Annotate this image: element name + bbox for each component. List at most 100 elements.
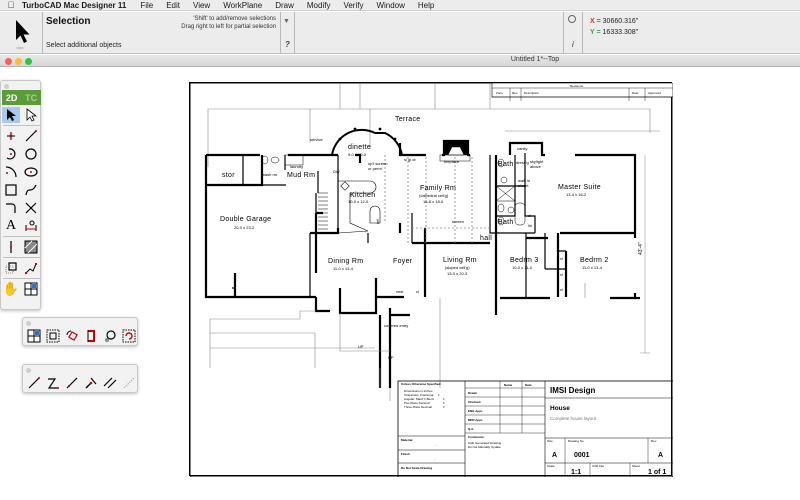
label-service: service	[310, 137, 323, 142]
menu-workplane[interactable]: WorkPlane	[223, 1, 262, 10]
room-stor: stor	[222, 172, 235, 179]
circle-tool[interactable]	[22, 146, 40, 162]
exterior-walls	[204, 139, 637, 388]
palette-close-dot[interactable]	[4, 84, 9, 89]
offset-tool[interactable]	[2, 260, 20, 276]
line-segment-tool[interactable]	[63, 375, 81, 391]
mode-2d-tab[interactable]: 2D	[6, 93, 18, 103]
mini-view-grid-tool[interactable]	[25, 328, 43, 344]
select-box-tool[interactable]	[44, 328, 62, 344]
room-covered: covered entry	[384, 323, 408, 328]
single-line-icon	[28, 377, 40, 389]
select-arrow-icon	[7, 109, 16, 121]
finish-value: -	[435, 457, 436, 461]
multi-node-tool[interactable]	[22, 260, 40, 276]
room-double-garage: Double Garage	[220, 216, 271, 223]
floor-plan-drawing: Revisions Zone Rev. Description Date App…	[189, 82, 674, 478]
line-segment-icon	[66, 377, 78, 389]
circle-mirror-tool[interactable]	[101, 328, 119, 344]
pan-tool[interactable]: ✋	[2, 281, 20, 297]
help-button[interactable]: ?	[285, 40, 290, 49]
ellipse-tool[interactable]	[22, 164, 40, 180]
hand-pan-icon: ✋	[2, 281, 20, 296]
tool-palette: 2D TC A ✋	[0, 80, 41, 310]
text-icon: A	[5, 218, 17, 233]
sheet-label: Sheet	[632, 464, 640, 468]
palette-close-dot[interactable]	[26, 368, 31, 373]
kitchen-counter	[337, 180, 381, 234]
circle-icon	[25, 148, 37, 160]
view-tool[interactable]	[22, 281, 40, 297]
room-mud-rm: Mud Rm	[287, 172, 315, 179]
fillet-tool[interactable]	[2, 200, 20, 216]
menu-help[interactable]: Help	[418, 1, 434, 10]
parallel-lines-tool[interactable]	[101, 375, 119, 391]
room-hall: hall	[480, 235, 492, 242]
polyline-tool[interactable]	[44, 375, 62, 391]
vertical-line-tool[interactable]	[2, 239, 20, 255]
room-kitchen: Kitchen	[350, 192, 375, 199]
rotate-move-icon	[66, 330, 78, 341]
rev-value: A	[658, 452, 663, 459]
menu-view[interactable]: View	[193, 1, 210, 10]
tol-fractional-val: ±	[438, 393, 440, 397]
tangent-arc-tool[interactable]	[2, 164, 20, 180]
select-hollow-tool[interactable]	[22, 107, 40, 123]
hatch-tool[interactable]	[22, 239, 40, 255]
tool-name: Selection	[46, 16, 91, 27]
menu-file[interactable]: File	[140, 1, 153, 10]
document-titlebar: Untitled 1*--Top	[0, 55, 800, 67]
menu-edit[interactable]: Edit	[166, 1, 180, 10]
room-bedrm-3: Bedrm 3	[510, 257, 539, 264]
room-laundry: laundry	[290, 164, 303, 169]
room-bedrm-2-dims: 11-0 x 13-4	[582, 265, 603, 270]
menu-draw[interactable]: Draw	[275, 1, 294, 10]
flip-tool[interactable]	[82, 328, 100, 344]
room-bath-1: Bath	[498, 161, 514, 168]
label-screen: screen	[452, 219, 464, 224]
palette-close-dot[interactable]	[26, 321, 31, 326]
dashed-line-tool[interactable]	[120, 375, 138, 391]
label-dressing: dress'g	[516, 160, 529, 165]
stairs	[318, 192, 328, 230]
rotate-move-tool[interactable]	[63, 328, 81, 344]
rev-col-rev: Rev.	[512, 91, 518, 95]
point-tool[interactable]	[2, 128, 20, 144]
hatch-icon	[24, 240, 38, 254]
approval-eng: ENG Appr.	[468, 409, 483, 413]
drawing-sheet[interactable]: Revisions Zone Rev. Description Date App…	[189, 82, 674, 478]
text-tool[interactable]: A	[2, 218, 20, 234]
bezier-tool[interactable]	[22, 182, 40, 198]
inspector-dropdown-icon[interactable]: ▼	[283, 18, 290, 25]
approval-checked: Checked	[468, 400, 481, 404]
trim-tool[interactable]	[22, 200, 40, 216]
app-name-menu[interactable]: TurboCAD Mac Designer 11	[22, 1, 126, 10]
rectangle-tool[interactable]	[2, 182, 20, 198]
approval-qa: Q.A.	[468, 427, 474, 431]
overall-dimension: 43'-4"	[638, 242, 644, 255]
perpendicular-tool[interactable]	[82, 375, 100, 391]
dimension-tool[interactable]	[22, 218, 40, 234]
line-tool[interactable]	[22, 128, 40, 144]
menu-verify[interactable]: Verify	[343, 1, 363, 10]
divider	[582, 12, 583, 54]
apple-icon[interactable]: 	[0, 0, 22, 10]
x-value: 30660.316"	[602, 18, 639, 25]
approvals-col-date: Date	[525, 383, 532, 387]
room-dinette: dinette	[348, 144, 371, 151]
dimension-icon	[25, 220, 37, 231]
single-line-tool[interactable]	[25, 375, 43, 391]
arc-tool[interactable]	[2, 146, 20, 162]
label-cl-vest: cl	[416, 289, 419, 294]
label-or-perm: or perm'	[368, 166, 383, 171]
coordinate-mode-icon[interactable]	[568, 15, 576, 23]
coordinate-info-icon[interactable]: i	[572, 40, 574, 49]
select-arrow-tool[interactable]	[2, 107, 20, 123]
inspector-bar: Selection 'Shift' to add/remove selectio…	[0, 12, 800, 54]
label-skylight-above: above	[530, 164, 542, 169]
mode-tc-tab[interactable]: TC	[25, 93, 37, 103]
menu-window[interactable]: Window	[376, 1, 404, 10]
revisions-table: Revisions Zone Rev. Description Date App…	[491, 82, 674, 101]
menu-modify[interactable]: Modify	[307, 1, 331, 10]
rotate-copy-tool[interactable]	[120, 328, 138, 344]
